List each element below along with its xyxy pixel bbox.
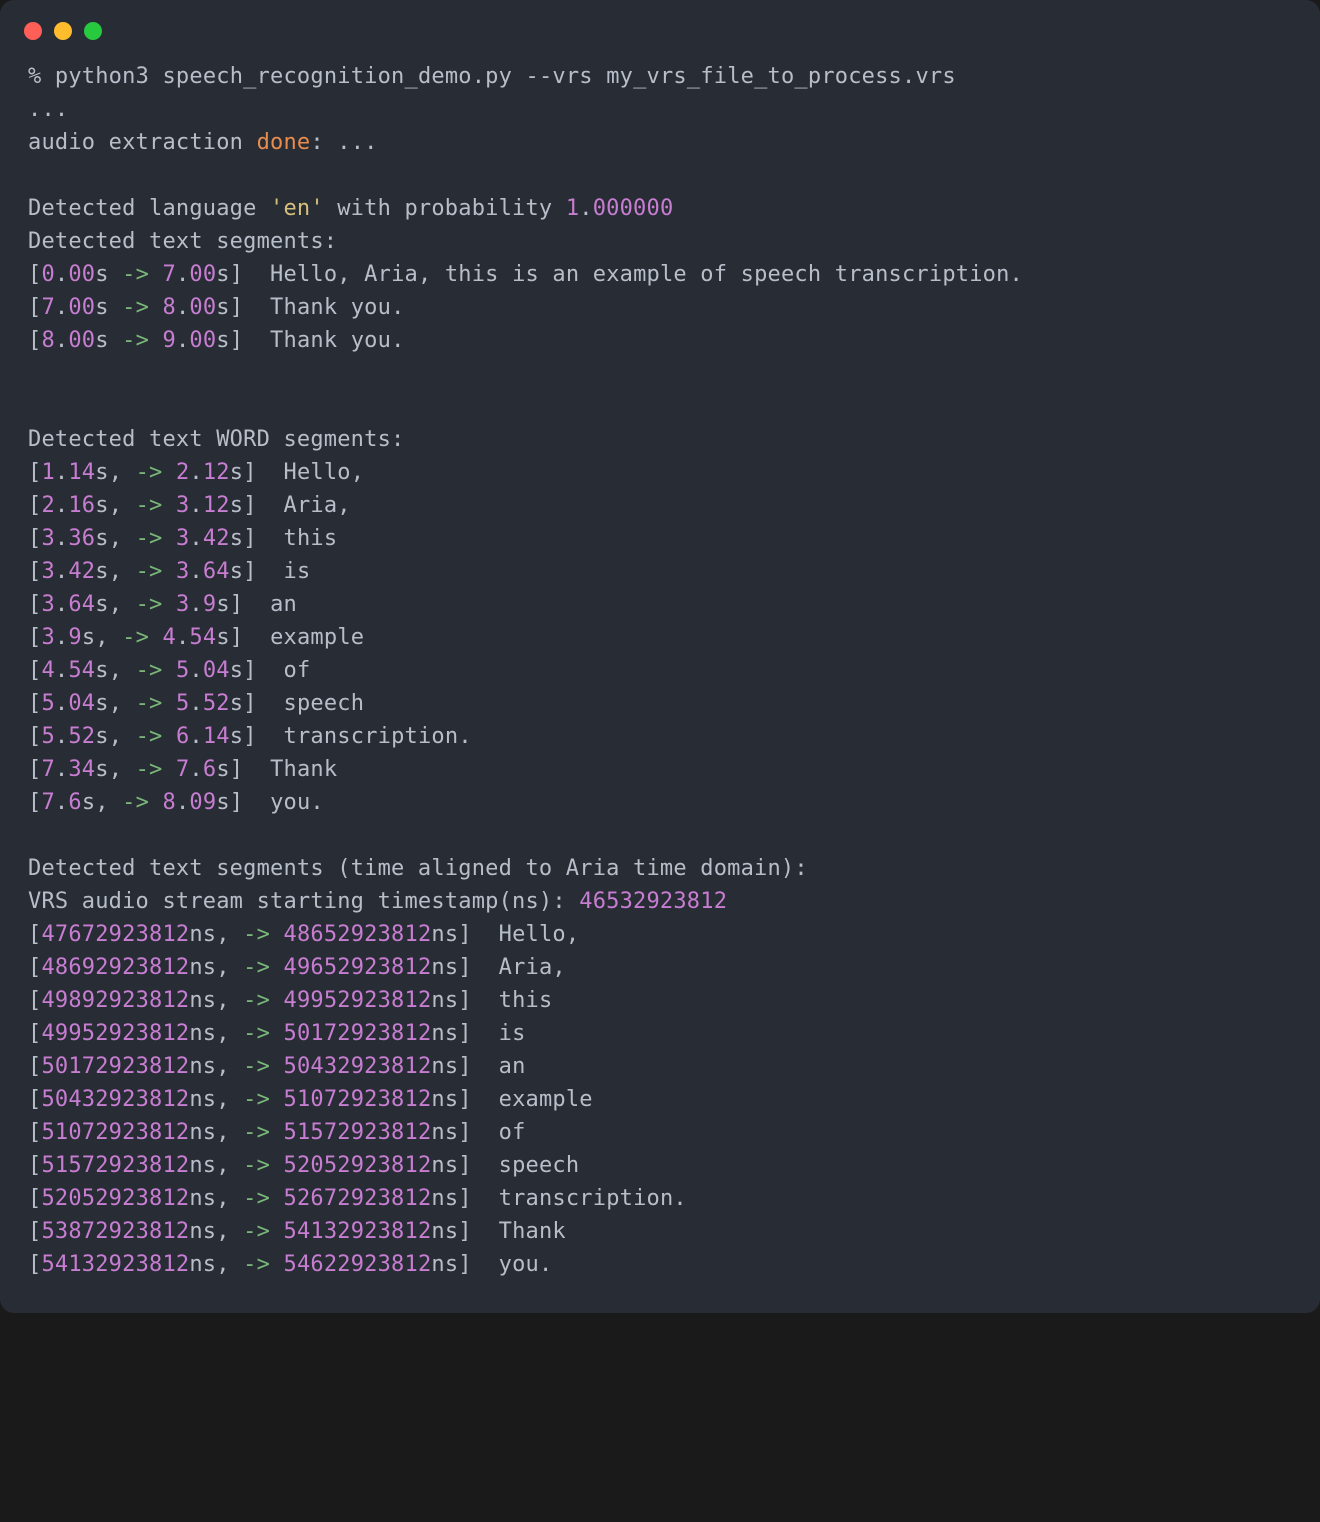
segments-header: Detected text segments: [28, 225, 1292, 258]
word-segment-line: [7.6s, -> 8.09s] you. [28, 786, 1292, 819]
word-segment-line: [1.14s, -> 2.12s] Hello, [28, 456, 1292, 489]
word-segment-line: [4.54s, -> 5.04s] of [28, 654, 1292, 687]
aligned-segment-line: [48692923812ns, -> 49652923812ns] Aria, [28, 951, 1292, 984]
segment-line: [8.00s -> 9.00s] Thank you. [28, 324, 1292, 357]
word-segment-line: [7.34s, -> 7.6s] Thank [28, 753, 1292, 786]
terminal-content[interactable]: % python3 speech_recognition_demo.py --v… [0, 50, 1320, 1289]
word-segment-line: [5.52s, -> 6.14s] transcription. [28, 720, 1292, 753]
word-segment-line: [3.64s, -> 3.9s] an [28, 588, 1292, 621]
word-segment-line: [3.36s, -> 3.42s] this [28, 522, 1292, 555]
aligned-segment-line: [54132923812ns, -> 54622923812ns] you. [28, 1248, 1292, 1281]
aligned-segment-line: [52052923812ns, -> 52672923812ns] transc… [28, 1182, 1292, 1215]
segment-line: [0.00s -> 7.00s] Hello, Aria, this is an… [28, 258, 1292, 291]
word-segment-line: [3.42s, -> 3.64s] is [28, 555, 1292, 588]
window-titlebar [0, 0, 1320, 50]
terminal-window: % python3 speech_recognition_demo.py --v… [0, 0, 1320, 1313]
word-segment-line: [3.9s, -> 4.54s] example [28, 621, 1292, 654]
segment-line: [7.00s -> 8.00s] Thank you. [28, 291, 1292, 324]
output-ellipsis: ... [28, 93, 1292, 126]
aligned-segment-line: [53872923812ns, -> 54132923812ns] Thank [28, 1215, 1292, 1248]
maximize-icon[interactable] [84, 22, 102, 40]
minimize-icon[interactable] [54, 22, 72, 40]
aligned-header: Detected text segments (time aligned to … [28, 852, 1292, 885]
close-icon[interactable] [24, 22, 42, 40]
output-extraction: audio extraction done: ... [28, 126, 1292, 159]
command-line: % python3 speech_recognition_demo.py --v… [28, 60, 1292, 93]
detected-language: Detected language 'en' with probability … [28, 192, 1292, 225]
aligned-segment-line: [51072923812ns, -> 51572923812ns] of [28, 1116, 1292, 1149]
aligned-segment-line: [51572923812ns, -> 52052923812ns] speech [28, 1149, 1292, 1182]
word-segment-line: [5.04s, -> 5.52s] speech [28, 687, 1292, 720]
aligned-segment-line: [50172923812ns, -> 50432923812ns] an [28, 1050, 1292, 1083]
aligned-segment-line: [50432923812ns, -> 51072923812ns] exampl… [28, 1083, 1292, 1116]
vrs-timestamp: VRS audio stream starting timestamp(ns):… [28, 885, 1292, 918]
word-segment-line: [2.16s, -> 3.12s] Aria, [28, 489, 1292, 522]
word-segments-header: Detected text WORD segments: [28, 423, 1292, 456]
aligned-segment-line: [49892923812ns, -> 49952923812ns] this [28, 984, 1292, 1017]
aligned-segment-line: [49952923812ns, -> 50172923812ns] is [28, 1017, 1292, 1050]
aligned-segment-line: [47672923812ns, -> 48652923812ns] Hello, [28, 918, 1292, 951]
